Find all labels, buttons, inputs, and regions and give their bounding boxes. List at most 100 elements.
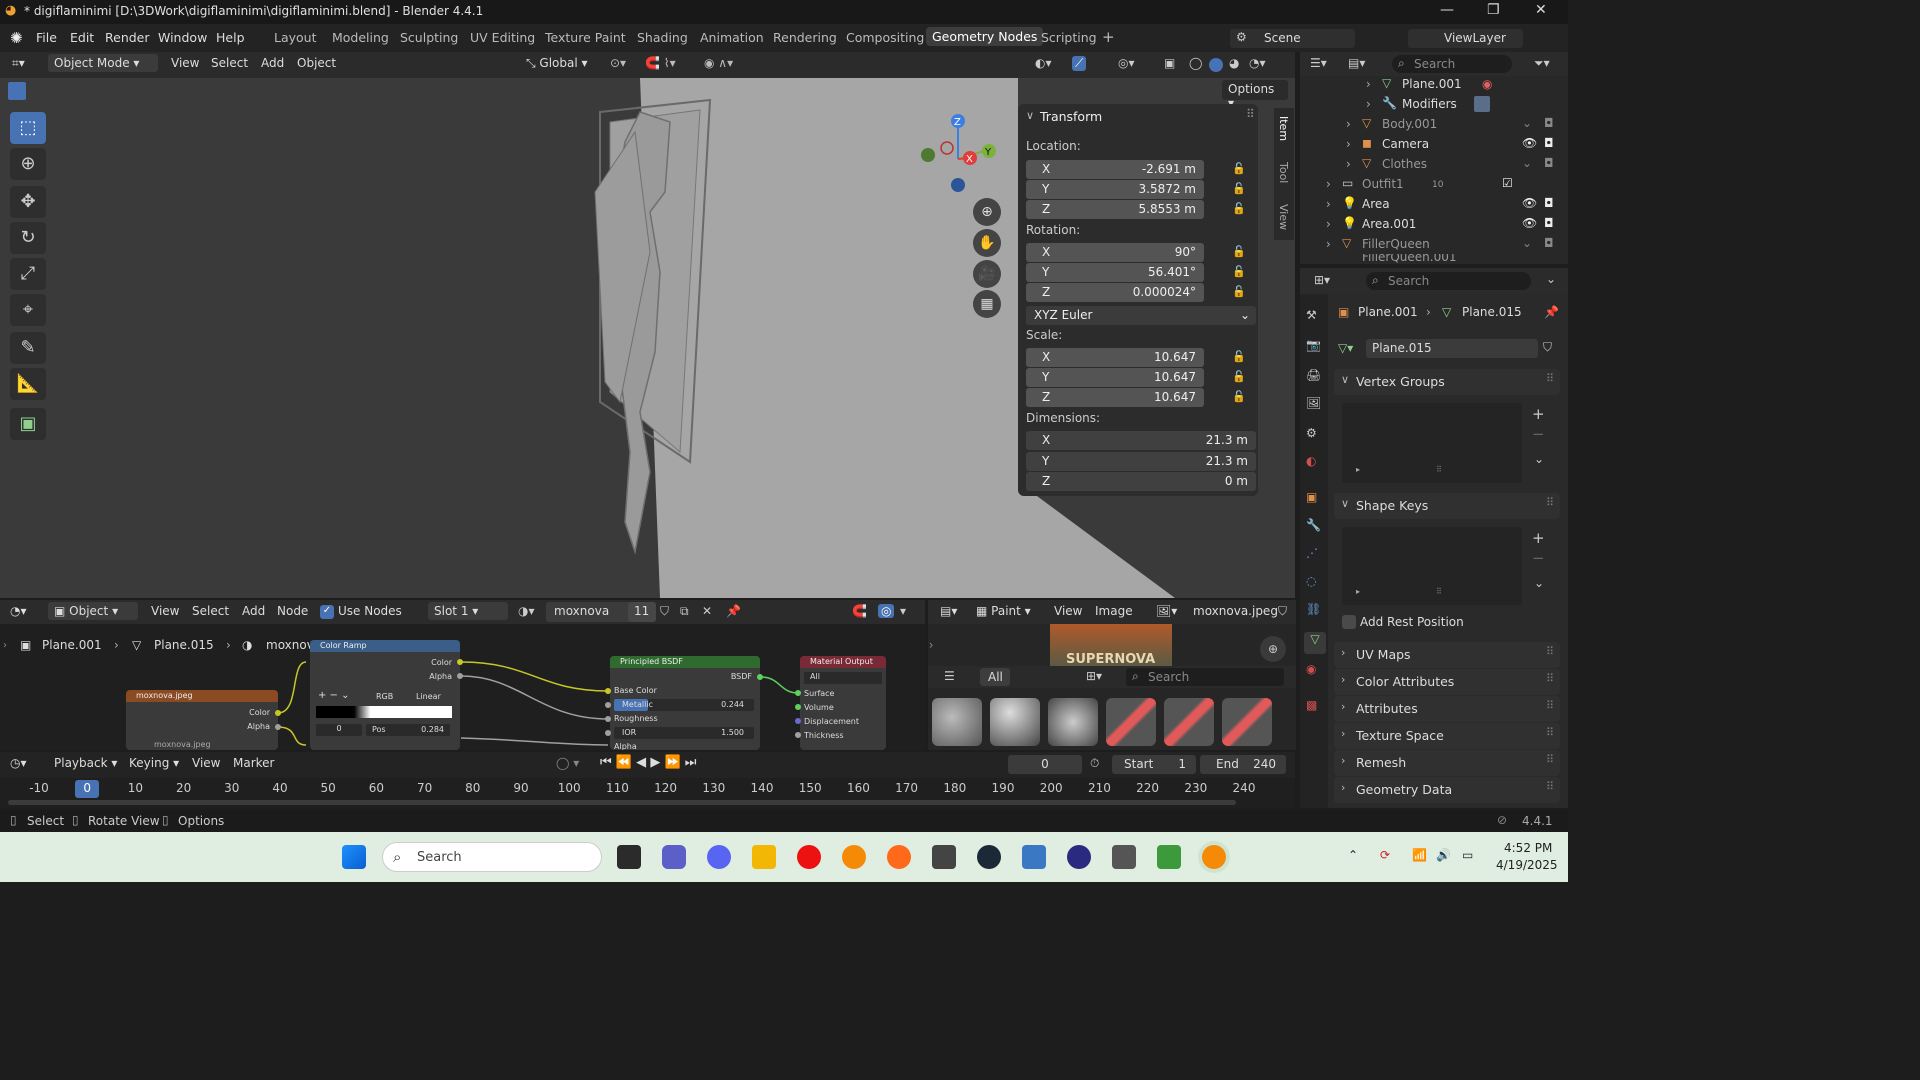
keying-menu[interactable]: Keying ▾ [129,756,179,770]
section-attributes[interactable]: › Attributes ⠿ [1334,696,1560,722]
viewport-menu-add[interactable]: Add [261,56,284,70]
navigation-gizmo[interactable]: Z Y X [915,112,1005,202]
section-geometry-data[interactable]: › Geometry Data ⠿ [1334,777,1560,803]
mesh-browse-icon[interactable]: ▽▾ [1338,341,1353,355]
brush-thumb-1[interactable] [932,698,982,746]
battery-icon[interactable]: ▭ [1462,848,1473,862]
minimize-icon[interactable]: — [1440,2,1454,18]
tab-compositing[interactable]: Compositing [846,30,924,45]
section-vertex-groups[interactable]: ∨ Vertex Groups ⠿ [1334,369,1560,395]
clock-date[interactable]: 4/19/2025 [1496,858,1558,872]
pin-icon[interactable]: 📌 [1544,305,1559,319]
add-vertex-group-icon[interactable]: + [1532,405,1545,423]
blender-app-icon[interactable] [842,845,866,869]
tab-sculpting[interactable]: Sculpting [400,30,458,45]
pivot-icon[interactable]: ⊙▾ [610,56,626,70]
add-cube-tool-icon[interactable]: ▣ [10,408,46,440]
outliner-item-area001[interactable]: › 💡 Area.001 👁 ◘ [1300,214,1568,234]
image-paint-editor[interactable]: ▤▾ ▦ Paint ▾ View Image 🖼▾ moxnova.jpeg … [928,600,1296,750]
record-icon[interactable]: ◯ ▾ [556,756,579,770]
pan-hand-icon[interactable]: ✋ [973,229,1001,257]
tool-tab-icon[interactable]: ⚒ [1306,308,1317,322]
scale-z-field[interactable]: Z 10.647 [1026,388,1204,407]
section-color-attributes[interactable]: › Color Attributes ⠿ [1334,669,1560,695]
move-tool-icon[interactable]: ✥ [10,186,46,218]
world-tab-icon[interactable]: ◐ [1306,454,1316,468]
mode-dropdown[interactable]: Object Mode ▾ [48,54,158,72]
outliner-item-body001[interactable]: › ▽ Body.001 ⌄ ◘ [1300,114,1568,134]
eye-hidden-icon[interactable]: ⌄ [1522,116,1532,130]
scale-y-field[interactable]: Y 10.647 [1026,368,1204,387]
tab-rendering[interactable]: Rendering [773,30,837,45]
fake-user-shield-icon[interactable]: ⛉ [1278,604,1287,619]
outliner-item-fillerqueen[interactable]: › ▽ FillerQueen ⌄ ◘ [1300,234,1568,254]
filter-icon[interactable]: ⏷▾ [1534,56,1550,71]
menu-render[interactable]: Render [105,30,150,45]
options-dropdown[interactable]: Options ▾ [1222,80,1288,110]
image-browse-icon[interactable]: 🖼▾ [1156,604,1177,618]
chevron-down-icon[interactable]: ⌄ [1546,272,1556,286]
socket-color[interactable] [275,710,281,716]
start-icon[interactable] [342,845,366,869]
image-texture-node[interactable]: moxnova.jpeg Color Alpha moxnova.jpeg [126,690,278,750]
dimension-z-field[interactable]: Z 0 m [1026,472,1256,491]
material-output-node[interactable]: Material Output All Surface Volume Displ… [800,656,886,750]
shader-node-editor[interactable]: ◔▾ ▣ Object ▾ View Select Add Node ✓ Use… [0,600,925,750]
camera-view-icon[interactable]: 🎥 [973,260,1001,288]
next-keyframe-icon[interactable]: ⏩ [664,755,680,770]
ramp-interpolation[interactable]: Linear [416,692,441,701]
location-z-field[interactable]: Z 5.8553 m [1026,200,1204,219]
jump-end-icon[interactable]: ⏭ [685,755,697,770]
annotate-tool-icon[interactable]: ✎ [10,332,46,364]
lock-icon[interactable]: 🔓 [1232,202,1246,215]
wireframe-shading-icon[interactable]: ◯ [1189,56,1202,70]
clock-time[interactable]: 4:52 PM [1504,841,1552,855]
transform-header[interactable]: Transform [1040,109,1102,124]
opera-icon[interactable] [797,845,821,869]
rotation-x-field[interactable]: X 90° [1026,243,1204,262]
outliner-item-area[interactable]: › 💡 Area 👁 ◘ [1300,194,1568,214]
metallic-field[interactable]: Metallic 0.244 [614,699,754,711]
rotation-mode-dropdown[interactable]: XYZ Euler ⌄ [1026,306,1256,325]
transform-chevron-icon[interactable]: ∨ [1026,109,1034,122]
brush-thumb-3[interactable] [1048,698,1098,746]
section-uv-maps[interactable]: › UV Maps ⠿ [1334,642,1560,668]
blender-menu-icon[interactable]: ✺ [10,29,23,47]
chevron-down-icon[interactable]: ⌄ [1534,452,1544,466]
viewlayer-selector[interactable]: ViewLayer [1408,29,1523,48]
game-icon[interactable] [1112,845,1136,869]
gizmo-toggle-icon[interactable]: ⟋ [1072,56,1087,71]
outliner-item-plane001[interactable]: › ▽ Plane.001 ◉ [1300,74,1568,94]
maximize-icon[interactable]: ❐ [1487,2,1500,18]
object-tab-icon[interactable]: ▣ [1306,490,1317,504]
zoom-icon[interactable]: ⊕ [973,198,1001,226]
outliner-item-modifiers[interactable]: › 🔧 Modifiers [1300,94,1568,114]
socket-base-color[interactable] [605,688,611,694]
tab-geometry-nodes[interactable]: Geometry Nodes [926,27,1044,46]
image-menu-image[interactable]: Image [1095,604,1133,618]
tab-scripting[interactable]: Scripting [1041,30,1097,45]
lock-icon[interactable]: 🔓 [1232,265,1246,278]
orientation-dropdown[interactable]: ⤡ Global ▾ [526,56,588,71]
lock-icon[interactable]: 🔓 [1232,350,1246,363]
chevron-up-icon[interactable]: ⌃ [1348,848,1358,862]
camera-hidden-icon[interactable]: ◘ [1544,236,1554,250]
select-extend-icon[interactable] [28,82,46,100]
scale-tool-icon[interactable]: ⤢ [10,258,46,290]
lock-icon[interactable]: 🔓 [1232,285,1246,298]
overlay-icon[interactable]: ◎▾ [1118,56,1135,70]
socket-volume[interactable] [795,704,801,710]
eye-hidden-icon[interactable]: ⌄ [1522,156,1532,170]
volume-icon[interactable]: 🔊 [1436,848,1451,862]
scene-selector[interactable]: ⚙ Scene [1230,29,1355,48]
render-camera-icon[interactable]: ◘ [1544,196,1554,210]
location-x-field[interactable]: X -2.691 m [1026,160,1204,179]
socket-thickness[interactable] [795,732,801,738]
panel-grip-icon[interactable]: ⠿ [1246,107,1255,121]
outliner-item-camera[interactable]: › ◼ Camera 👁 ◘ [1300,134,1568,154]
constraints-tab-icon[interactable]: ⛓ [1306,602,1321,616]
paint-app-icon[interactable] [1157,845,1181,869]
tab-animation[interactable]: Animation [700,30,764,45]
lock-icon[interactable]: 🔓 [1232,162,1246,175]
render-camera-icon[interactable]: ◘ [1544,136,1554,150]
